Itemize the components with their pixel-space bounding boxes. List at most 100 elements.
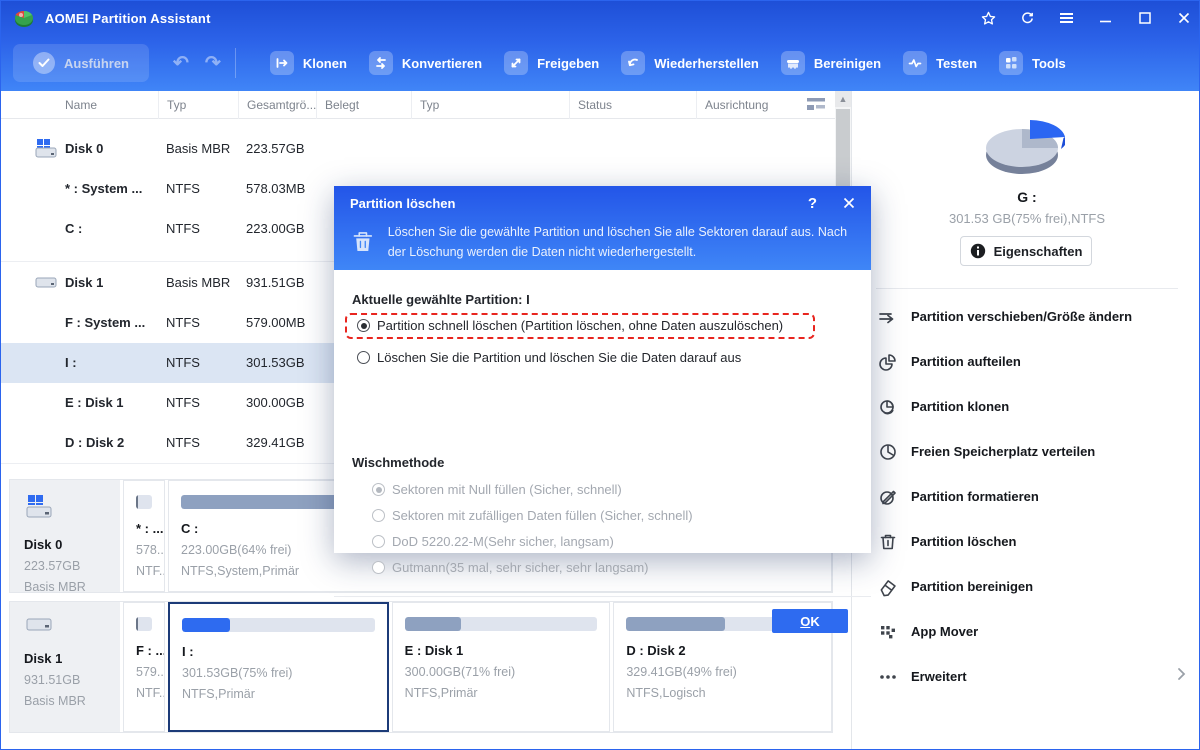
selected-drive-label: G : <box>852 189 1200 205</box>
radio-unchecked[interactable] <box>357 351 370 364</box>
col-typ2[interactable]: Typ <box>411 91 569 119</box>
app-title: AOMEI Partition Assistant <box>45 11 211 26</box>
app-window: AOMEI Partition Assistant <box>0 0 1200 750</box>
menu-item-delete-partition[interactable]: Partition löschen <box>852 519 1200 564</box>
menu-item-clone-partition[interactable]: Partition klonen <box>852 384 1200 429</box>
col-belegt[interactable]: Belegt <box>316 91 411 119</box>
close-button[interactable] <box>1176 11 1191 26</box>
menu-item-advanced[interactable]: Erweitert <box>852 654 1200 699</box>
dialog-title: Partition löschen <box>350 196 455 211</box>
disk-usage-pie-chart <box>962 109 1092 187</box>
menu-item-allocate-free-space[interactable]: Freien Speicherplatz verteilen <box>852 429 1200 474</box>
undo-button[interactable]: ↶ <box>173 52 189 75</box>
selected-drive-info: 301.53 GB(75% frei),NTFS <box>852 211 1200 226</box>
panel-separator <box>876 288 1178 289</box>
apply-label: Ausführen <box>64 56 129 71</box>
col-gesamt[interactable]: Gesamtgrö... <box>238 91 316 119</box>
split-partition-icon <box>878 352 898 372</box>
ok-button[interactable]: OK <box>772 609 848 633</box>
menu-item-wipe-partition[interactable]: Partition bereinigen <box>852 564 1200 609</box>
right-panel: G : 301.53 GB(75% frei),NTFS Eigenschaft… <box>851 91 1200 750</box>
minimize-button[interactable] <box>1098 11 1113 26</box>
scroll-up-arrow[interactable]: ▲ <box>835 91 851 107</box>
delete-trash-icon <box>878 532 898 552</box>
col-name[interactable]: Name <box>21 91 97 119</box>
option-quick-delete[interactable]: Partition schnell löschen (Partition lös… <box>357 318 783 333</box>
disk1-info-card[interactable]: Disk 1 931.51GB Basis MBR <box>10 602 120 732</box>
move-resize-icon <box>878 307 898 327</box>
trash-icon <box>352 222 374 262</box>
update-sync-icon[interactable] <box>1020 11 1035 26</box>
disk-icon <box>24 616 54 634</box>
properties-button[interactable]: Eigenschaften <box>960 236 1092 266</box>
col-typ[interactable]: Typ <box>158 91 238 119</box>
view-options-icon[interactable] <box>807 97 825 117</box>
toolbar-item-freigeben[interactable]: Freigeben <box>504 51 599 75</box>
toolbar-item-konvertieren[interactable]: Konvertieren <box>369 51 482 75</box>
redo-button[interactable]: ↷ <box>205 52 221 75</box>
disk-windows-icon <box>24 494 54 520</box>
wipe-method-section-label: Wischmethode <box>352 455 444 470</box>
menu-hamburger-icon[interactable] <box>1059 11 1074 26</box>
header: AOMEI Partition Assistant <box>1 1 1200 91</box>
maximize-button[interactable] <box>1137 11 1152 26</box>
tools-grid-icon <box>999 51 1023 75</box>
wipe-option-gutmann: Gutmann(35 mal, sehr sicher, sehr langsa… <box>372 560 649 575</box>
ellipsis-icon <box>878 667 898 687</box>
partition-card-e[interactable]: E : Disk 1 300.00GB(71% frei) NTFS,Primä… <box>392 602 611 732</box>
wipe-option-random-fill: Sektoren mit zufälligen Daten füllen (Si… <box>372 508 693 523</box>
disk0-info-card[interactable]: Disk 0 223.57GB Basis MBR <box>10 480 120 592</box>
menu-item-format-partition[interactable]: Partition formatieren <box>852 474 1200 519</box>
partition-card-system[interactable]: * : ... 578... NTF... <box>123 480 165 592</box>
toolbar-item-bereinigen[interactable]: Bereinigen <box>781 51 881 75</box>
col-ausrichtung[interactable]: Ausrichtung <box>696 91 784 119</box>
partition-card-i-selected[interactable]: I : 301.53GB(75% frei) NTFS,Primär <box>168 602 389 732</box>
chevron-right-icon <box>1177 667 1186 686</box>
toolbar-item-testen[interactable]: Testen <box>903 51 977 75</box>
disk-size: 931.51GB <box>24 673 120 687</box>
disk1-group: Disk 1 931.51GB Basis MBR F : ... 579...… <box>9 601 833 733</box>
radio-checked[interactable] <box>357 319 370 332</box>
titlebar: AOMEI Partition Assistant <box>1 1 1200 35</box>
menu-item-move-resize[interactable]: Partition verschieben/Größe ändern <box>852 294 1200 339</box>
disk-icon <box>34 276 58 295</box>
favorite-star-icon[interactable] <box>981 11 996 26</box>
radio-disabled <box>372 535 385 548</box>
restore-icon <box>621 51 645 75</box>
info-icon <box>970 243 986 259</box>
dialog-footer-separator <box>334 596 871 597</box>
dialog-body: Aktuelle gewählte Partition: I Partition… <box>334 270 871 553</box>
wipe-eraser-icon <box>878 577 898 597</box>
apply-button[interactable]: Ausführen <box>13 44 149 82</box>
toolbar-item-klonen[interactable]: Klonen <box>270 51 347 75</box>
toolbar-item-wiederherstellen[interactable]: Wiederherstellen <box>621 51 759 75</box>
check-circle-icon <box>33 52 55 74</box>
delete-partition-dialog: Partition löschen ? Löschen Sie die gewä… <box>334 186 871 553</box>
wipe-option-dod: DoD 5220.22-M(Sehr sicher, langsam) <box>372 534 614 549</box>
dialog-close-button[interactable] <box>843 197 855 209</box>
menu-item-app-mover[interactable]: App Mover <box>852 609 1200 654</box>
disk-size: 223.57GB <box>24 559 120 573</box>
operations-menu: Partition verschieben/Größe ändern Parti… <box>852 294 1200 699</box>
toolbar-divider <box>235 48 236 78</box>
test-pulse-icon <box>903 51 927 75</box>
clone-partition-icon <box>878 397 898 417</box>
disk-type: Basis MBR <box>24 694 120 708</box>
radio-disabled <box>372 561 385 574</box>
option-delete-and-wipe[interactable]: Löschen Sie die Partition und löschen Si… <box>357 350 741 365</box>
wipe-brush-icon <box>781 51 805 75</box>
dialog-description: Löschen Sie die gewählte Partition und l… <box>388 222 853 262</box>
col-status[interactable]: Status <box>569 91 696 119</box>
toolbar-item-tools[interactable]: Tools <box>999 51 1066 75</box>
menu-item-split-partition[interactable]: Partition aufteilen <box>852 339 1200 384</box>
app-mover-grid-icon <box>878 622 898 642</box>
convert-icon <box>369 51 393 75</box>
dialog-help-button[interactable]: ? <box>808 195 817 212</box>
partition-card-f[interactable]: F : ... 579... NTF... <box>123 602 165 732</box>
disk-type: Basis MBR <box>24 580 120 594</box>
radio-disabled <box>372 509 385 522</box>
clone-icon <box>270 51 294 75</box>
format-partition-icon <box>878 487 898 507</box>
table-row-disk0[interactable]: Disk 0 Basis MBR 223.57GB <box>1 129 851 169</box>
disk-name: Disk 1 <box>24 651 120 666</box>
